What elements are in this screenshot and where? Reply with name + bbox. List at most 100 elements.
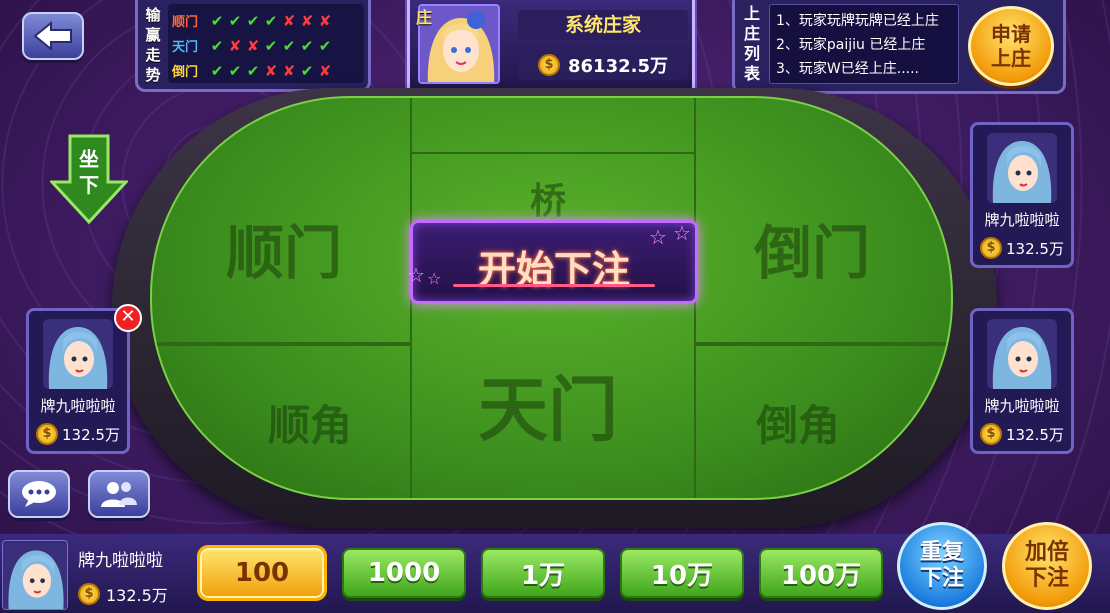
player-money: $132.5万 (973, 237, 1071, 259)
trend-title: 输 赢 走 势 (138, 0, 168, 89)
my-money-value: 132.5万 (106, 586, 168, 605)
coin-icon: $ (78, 583, 100, 605)
close-icon[interactable]: ✕ (114, 304, 142, 332)
chip-100-button[interactable]: 100 (200, 548, 324, 598)
seat-right-top[interactable]: 牌九啦啦啦 $132.5万 (970, 122, 1074, 268)
my-player-info: 牌九啦啦啦 $132.5万 (0, 536, 186, 613)
trend-title-char: 势 (145, 65, 161, 84)
star-icon: ☆ (673, 221, 691, 245)
cross-icon: ✘ (282, 11, 296, 30)
zone-label-daomen: 倒门 (754, 219, 871, 287)
coin-icon: $ (980, 237, 1003, 259)
banker-tag: 庄 (416, 8, 433, 27)
avatar (987, 319, 1057, 389)
avatar (2, 540, 68, 610)
cross-icon: ✘ (282, 61, 296, 80)
check-icon: ✔ (246, 11, 260, 30)
zone-label-qiao: 桥 (530, 181, 567, 222)
check-icon: ✔ (228, 11, 242, 30)
repeat-bet-label: 重复下注 (919, 540, 964, 591)
coin-icon: $ (36, 423, 59, 445)
chip-1000-button[interactable]: 1000 (342, 548, 466, 598)
banker-money-value: 86132.5万 (568, 56, 668, 77)
list-item: 1、玩家玩牌玩牌已经上庄 (776, 13, 939, 29)
cross-icon: ✘ (318, 61, 332, 80)
check-icon: ✔ (300, 36, 314, 55)
zone-label-shunmen: 顺门 (226, 219, 343, 287)
trend-title-char: 输 (145, 5, 161, 24)
star-icon: ☆ (427, 269, 442, 288)
my-name: 牌九啦啦啦 (78, 551, 163, 571)
check-icon: ✔ (282, 36, 296, 55)
my-money: $132.5万 (78, 582, 168, 606)
cross-icon: ✘ (264, 61, 278, 80)
sit-down-label: 坐下 (79, 147, 99, 197)
seat-right-bottom[interactable]: 牌九啦啦啦 $132.5万 (970, 308, 1074, 454)
chip-1m-button[interactable]: 100万 (759, 548, 883, 598)
chip-100k-button[interactable]: 10万 (620, 548, 744, 598)
player-name: 牌九啦啦啦 (984, 397, 1060, 415)
zone-qiao-top[interactable] (410, 98, 696, 154)
player-money: $132.5万 (973, 423, 1071, 445)
chat-button[interactable] (8, 470, 70, 518)
banner-underline (453, 284, 655, 287)
banker-name: 系统庄家 (518, 10, 688, 40)
player-money: $132.5万 (29, 423, 127, 445)
zone-label-tianmen: 天门 (478, 369, 618, 451)
trend-row-label: 天门 (172, 40, 199, 55)
trend-title-char: 走 (145, 45, 161, 64)
zone-label-daojiao: 倒角 (756, 401, 841, 450)
queue-title-char: 庄 (743, 24, 760, 43)
banker-queue-title: 上 庄 列 表 (739, 4, 765, 84)
trend-row-label: 顺门 (172, 15, 199, 30)
double-bet-button[interactable]: 加倍下注 (1002, 522, 1092, 610)
double-bet-label: 加倍下注 (1024, 540, 1069, 591)
coin-icon: $ (538, 54, 560, 76)
back-arrow-icon (33, 21, 72, 51)
list-item: 2、玩家paijiu 已经上庄 (776, 37, 926, 53)
sit-down-button[interactable]: 坐下 (50, 134, 128, 224)
cross-icon: ✘ (300, 11, 314, 30)
player-money-value: 132.5万 (1006, 425, 1064, 444)
trend-row-label: 倒门 (172, 65, 199, 80)
chip-10k-button[interactable]: 1万 (481, 548, 605, 598)
player-money-value: 132.5万 (62, 425, 120, 444)
apply-banker-button[interactable]: 申请上庄 (968, 6, 1054, 86)
start-betting-banner: 开始下注 ☆ ☆ ☆ ☆ (407, 220, 698, 304)
queue-title-char: 列 (743, 44, 760, 63)
queue-title-char: 上 (743, 4, 760, 23)
check-icon: ✔ (300, 61, 314, 80)
star-icon: ☆ (407, 263, 425, 287)
player-name: 牌九啦啦啦 (40, 397, 116, 415)
avatar (43, 319, 113, 389)
check-icon: ✔ (210, 61, 224, 80)
back-button[interactable] (22, 12, 84, 60)
win-loss-trend-panel: 输 赢 走 势 顺门 ✔ ✔ ✔ ✔ ✘ ✘ ✘ 天门 ✔ ✘ ✘ ✔ ✔ ✔ ✔ 倒门 ✔ ✔ ✔ ✘ ✘ ✔ ✘ (135, 0, 371, 92)
trend-row: 倒门 ✔ ✔ ✔ ✘ ✘ ✔ ✘ (172, 58, 360, 83)
check-icon: ✔ (246, 61, 260, 80)
seat-left[interactable]: 牌九啦啦啦 $132.5万 (26, 308, 130, 454)
cross-icon: ✘ (228, 36, 242, 55)
repeat-bet-button[interactable]: 重复下注 (897, 522, 987, 610)
chat-bubble-icon (22, 481, 56, 507)
banker-panel: 庄 系统庄家 $ 86132.5万 (407, 0, 695, 94)
check-icon: ✔ (210, 36, 224, 55)
avatar (987, 133, 1057, 203)
zone-label-shunjiao: 顺角 (268, 401, 353, 450)
check-icon: ✔ (264, 36, 278, 55)
players-button[interactable] (88, 470, 150, 518)
check-icon: ✔ (318, 36, 332, 55)
player-money-value: 132.5万 (1006, 239, 1064, 258)
star-icon: ☆ (649, 225, 667, 249)
trend-row: 顺门 ✔ ✔ ✔ ✔ ✘ ✘ ✘ (172, 8, 360, 33)
check-icon: ✔ (210, 11, 224, 30)
check-icon: ✔ (228, 61, 242, 80)
queue-title-char: 表 (743, 64, 760, 83)
coin-icon: $ (980, 423, 1003, 445)
check-icon: ✔ (264, 11, 278, 30)
banker-queue-list[interactable]: 1、玩家玩牌玩牌已经上庄 2、玩家paijiu 已经上庄 3、玩家W已经上庄..… (769, 4, 959, 84)
trend-rows: 顺门 ✔ ✔ ✔ ✔ ✘ ✘ ✘ 天门 ✔ ✘ ✘ ✔ ✔ ✔ ✔ 倒门 ✔ ✔ ✔ ✘ ✘ ✔ ✘ (168, 4, 364, 83)
player-name: 牌九啦啦啦 (984, 211, 1060, 229)
list-item: 3、玩家W已经上庄..... (776, 61, 920, 77)
trend-row: 天门 ✔ ✘ ✘ ✔ ✔ ✔ ✔ (172, 33, 360, 58)
